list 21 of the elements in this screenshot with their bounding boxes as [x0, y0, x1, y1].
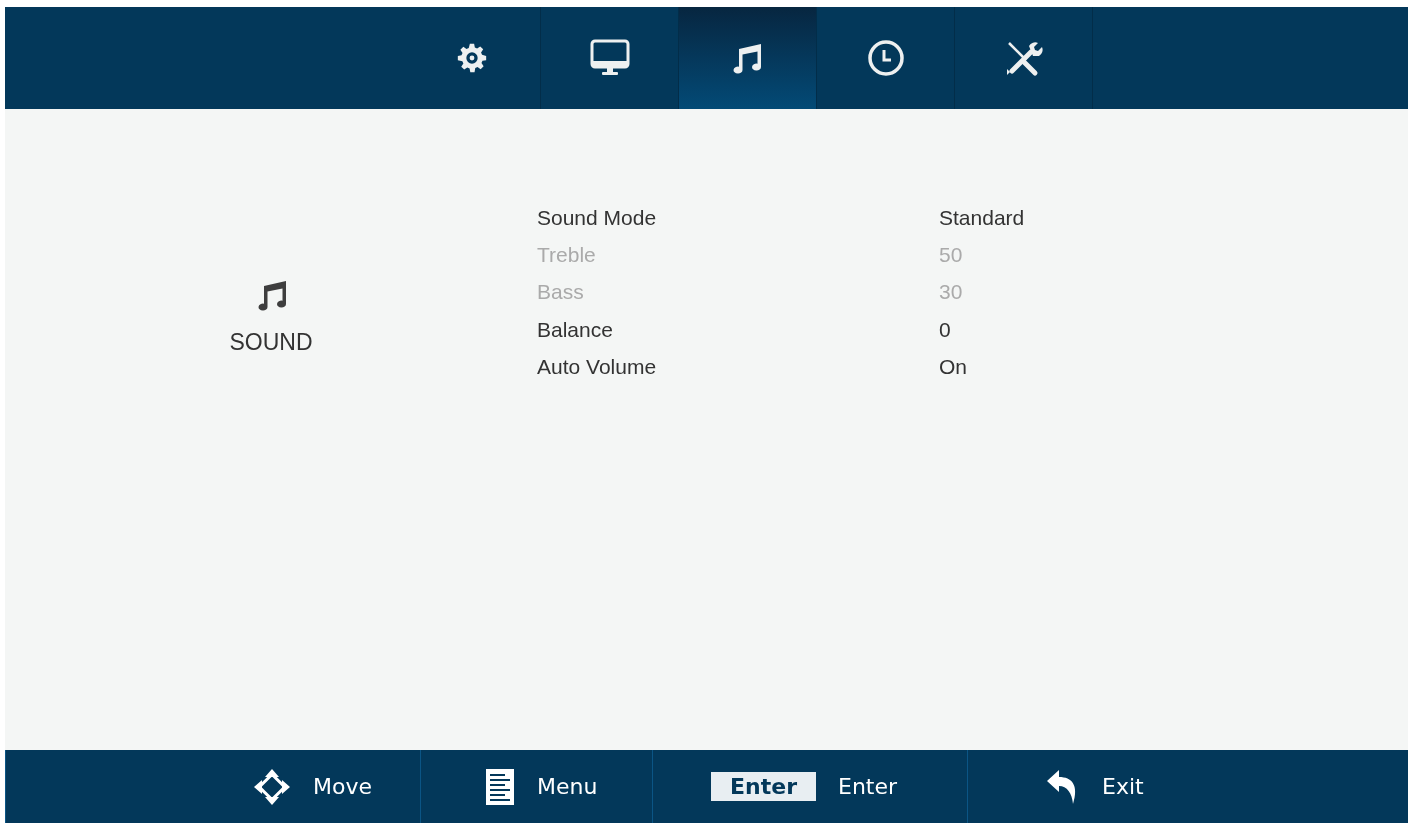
- setting-value: On: [939, 354, 967, 379]
- setting-label: Treble: [537, 242, 596, 266]
- setting-value: 0: [939, 317, 951, 342]
- setting-label[interactable]: Balance: [537, 317, 613, 341]
- hint-label: Move: [313, 774, 372, 799]
- hint-label: Enter: [838, 774, 898, 799]
- menu-tab[interactable]: [679, 7, 817, 109]
- clock-icon: [866, 39, 905, 77]
- document-icon: [485, 767, 515, 806]
- setting-label[interactable]: Sound Mode: [537, 205, 657, 229]
- enter-key: Enter: [711, 772, 816, 801]
- setting-value: 50: [939, 242, 963, 267]
- setting-value: Standard: [939, 205, 1025, 230]
- setting-value: 30: [939, 280, 963, 305]
- setting-label: Bass: [537, 280, 584, 304]
- monitor-icon: [589, 39, 630, 77]
- setting-label[interactable]: Auto Volume: [537, 354, 657, 378]
- direction-pad-icon: [253, 767, 291, 806]
- section-title: SOUND: [229, 329, 313, 356]
- hint-label: Exit: [1102, 774, 1144, 799]
- hint-label: Menu: [537, 774, 598, 799]
